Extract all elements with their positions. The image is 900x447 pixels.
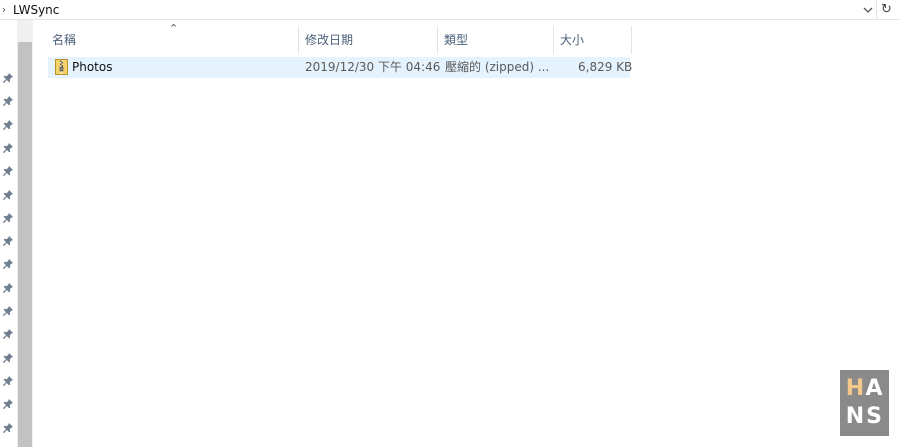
pin-icon[interactable] <box>2 328 14 340</box>
watermark-logo: H A N S <box>840 370 889 436</box>
navigation-pane <box>0 20 17 447</box>
column-header-type[interactable]: 類型 <box>438 26 468 54</box>
watermark-letter: N <box>845 404 865 429</box>
pin-icon[interactable] <box>2 72 14 84</box>
pin-icon[interactable] <box>2 422 14 434</box>
nav-scrollbar-thumb[interactable] <box>18 42 32 447</box>
pin-icon[interactable] <box>2 95 14 107</box>
pin-icon[interactable] <box>2 165 14 177</box>
sort-ascending-icon: ⌃ <box>169 22 179 35</box>
pin-icon[interactable] <box>2 258 14 270</box>
pin-icon[interactable] <box>2 235 14 247</box>
column-divider[interactable] <box>631 26 632 54</box>
pin-icon[interactable] <box>2 189 14 201</box>
column-header-modified[interactable]: 修改日期 <box>299 26 353 54</box>
chevron-down-icon[interactable] <box>860 1 876 19</box>
watermark-letter: H <box>845 376 865 401</box>
pin-icon[interactable] <box>2 282 14 294</box>
watermark-letter: A <box>865 376 883 401</box>
watermark-letter: S <box>866 404 882 429</box>
pin-icon[interactable] <box>2 142 14 154</box>
column-header-size[interactable]: 大小 <box>554 26 584 54</box>
file-name[interactable]: Photos <box>72 57 112 78</box>
file-type: 壓縮的 (zipped) ... <box>445 60 550 74</box>
file-modified: 2019/12/30 下午 04:46 <box>305 60 441 74</box>
pin-icon[interactable] <box>2 375 14 387</box>
column-header-name[interactable]: 名稱 <box>46 26 76 54</box>
pin-icon[interactable] <box>2 212 14 224</box>
refresh-icon[interactable]: ↻ <box>876 0 896 20</box>
file-row[interactable]: Photos 2019/12/30 下午 04:46 壓縮的 (zipped) … <box>48 57 633 78</box>
zip-folder-icon <box>55 59 68 75</box>
file-size: 6,829 KB <box>578 60 633 74</box>
pin-icon[interactable] <box>2 398 14 410</box>
column-header-row: ⌃ 名稱 修改日期 類型 大小 <box>33 20 633 55</box>
pin-icon[interactable] <box>2 119 14 131</box>
chevron-right-icon[interactable]: › <box>0 2 8 18</box>
pin-icon[interactable] <box>2 305 14 317</box>
pin-icon[interactable] <box>2 352 14 364</box>
address-bar[interactable]: › LWSync ↻ <box>0 0 900 20</box>
address-path[interactable]: LWSync <box>13 2 59 18</box>
